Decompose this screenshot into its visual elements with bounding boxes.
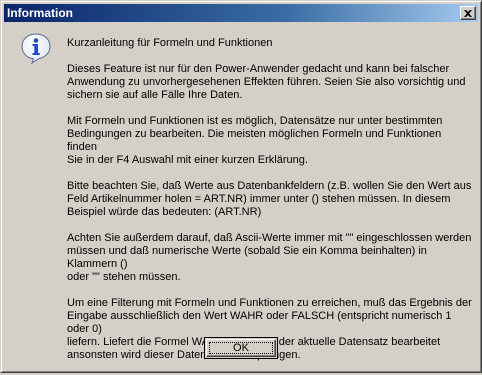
message-heading: Kurzanleitung für Formeln und Funktionen	[67, 37, 273, 49]
message-paragraph: Bitte beachten Sie, daß Werte aus Datenb…	[67, 180, 472, 218]
message-paragraph: Dieses Feature ist nur für den Power-Anw…	[67, 63, 466, 101]
ok-button[interactable]: OK	[204, 337, 278, 359]
message-paragraph: Mit Formeln und Funktionen ist es möglic…	[67, 115, 443, 166]
message-text: Kurzanleitung für Formeln und Funktionen…	[67, 37, 472, 375]
window-title: Information	[7, 6, 73, 20]
message-paragraph: Achten Sie außerdem darauf, daß Ascii-We…	[67, 232, 472, 283]
information-dialog: Information Kurzanleitung für Formeln un…	[0, 0, 482, 373]
ok-button-label: OK	[233, 342, 249, 354]
close-icon	[464, 9, 472, 17]
close-button[interactable]	[460, 6, 476, 20]
title-bar[interactable]: Information	[4, 4, 478, 22]
info-icon	[20, 32, 52, 65]
